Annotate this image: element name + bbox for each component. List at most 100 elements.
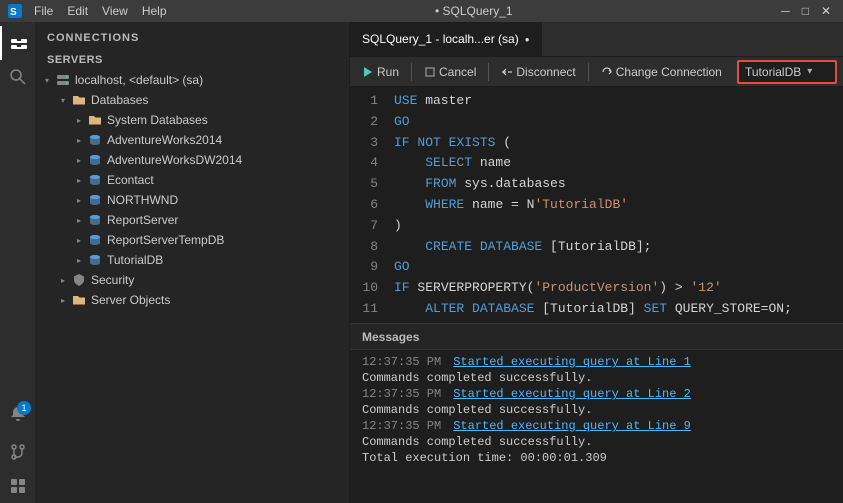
tree-item-reportserver[interactable]: ReportServer [35,210,349,230]
change-connection-icon [601,66,613,78]
tree-label-northwnd: NORTHWND [107,193,349,207]
title-bar: S File Edit View Help • SQLQuery_1 ─ □ ✕ [0,0,843,22]
code-line-6: WHERE name = N'TutorialDB' [394,195,835,216]
disconnect-button[interactable]: Disconnect [495,63,581,81]
tree-item-databases[interactable]: Databases [35,90,349,110]
message-plain: Commands completed successfully. [362,371,592,385]
code-line-10: IF SERVERPROPERTY('ProductVersion') > '1… [394,278,835,299]
tree-arrow-reportservertempdb [71,232,87,248]
toolbar-sep3 [588,63,589,81]
tree-arrow-systemdbs [71,112,87,128]
close-btn[interactable]: ✕ [817,4,835,18]
sidebar-content: SERVERS localhost, <default> (sa)Databas… [35,50,349,503]
database-dropdown[interactable]: TutorialDB ▾ [737,60,837,84]
editor-pane[interactable]: 123456789101112 USE masterGOIF NOT EXIST… [350,87,843,323]
tree-arrow-security [55,272,71,288]
toolbar-sep1 [411,63,412,81]
db-icon [87,252,103,268]
sidebar: CONNECTIONS SERVERS localhost, <default>… [35,22,350,503]
activity-extensions[interactable] [0,469,35,503]
activity-git[interactable] [0,435,35,469]
tree-item-systemdbs[interactable]: System Databases [35,110,349,130]
tree-label-systemdbs: System Databases [107,113,349,127]
message-link[interactable]: Started executing query at Line 9 [453,419,691,433]
code-line-9: GO [394,257,835,278]
tree-item-serverobjects[interactable]: Server Objects [35,290,349,310]
tree-label-econtact: Econtact [107,173,349,187]
activity-connections[interactable] [0,26,35,60]
server-icon [55,72,71,88]
window-title: • SQLQuery_1 [435,4,513,18]
run-label: Run [377,65,399,79]
message-time: 12:37:35 PM [362,355,441,369]
editor-area: 123456789101112 USE masterGOIF NOT EXIST… [350,87,843,503]
tree-label-reportserver: ReportServer [107,213,349,227]
tab-label: SQLQuery_1 - localh...er (sa) [362,32,519,46]
messages-panel: Messages 12:37:35 PMStarted executing qu… [350,323,843,503]
tree-item-aw2014[interactable]: AdventureWorks2014 [35,130,349,150]
activity-search[interactable] [0,60,35,94]
messages-header: Messages [350,324,843,350]
message-plain: Total execution time: 00:00:01.309 [362,451,607,465]
run-button[interactable]: Run [356,63,405,81]
message-link[interactable]: Started executing query at Line 1 [453,355,691,369]
tree-label-security: Security [91,273,349,287]
cancel-button[interactable]: Cancel [418,63,482,81]
maximize-btn[interactable]: □ [798,4,813,18]
tree-item-awdw2014[interactable]: AdventureWorksDW2014 [35,150,349,170]
db-icon [87,212,103,228]
minimize-btn[interactable]: ─ [777,4,794,18]
tree-arrow-aw2014 [71,132,87,148]
message-plain: Commands completed successfully. [362,403,592,417]
tree-item-server[interactable]: localhost, <default> (sa) [35,70,349,90]
toolbar: Run Cancel Disconnect Change Connection … [350,57,843,87]
tree-arrow-server [39,72,55,88]
tree-item-reportservertempdb[interactable]: ReportServerTempDB [35,230,349,250]
code-line-1: USE master [394,91,835,112]
message-row: Commands completed successfully. [362,370,831,386]
code-content[interactable]: USE masterGOIF NOT EXISTS ( SELECT name … [386,87,843,323]
message-row: Total execution time: 00:00:01.309 [362,450,831,466]
svg-text:S: S [10,7,17,18]
change-connection-label: Change Connection [616,65,722,79]
menu-file[interactable]: File [28,4,59,18]
folder-icon [71,292,87,308]
tree-label-reportservertempdb: ReportServerTempDB [107,233,349,247]
activity-notifications[interactable]: 1 [0,397,35,431]
run-icon [362,66,374,78]
sidebar-header: CONNECTIONS [35,22,349,50]
tree-label-server: localhost, <default> (sa) [75,73,349,87]
change-connection-button[interactable]: Change Connection [595,63,728,81]
tree-label-awdw2014: AdventureWorksDW2014 [107,153,349,167]
tree-item-tutorialdb[interactable]: TutorialDB [35,250,349,270]
tree-item-northwnd[interactable]: NORTHWND [35,190,349,210]
tree-arrow-tutorialdb [71,252,87,268]
disconnect-icon [501,66,513,78]
db-icon [87,192,103,208]
tree-item-security[interactable]: Security [35,270,349,290]
code-line-8: CREATE DATABASE [TutorialDB]; [394,237,835,258]
db-icon [87,172,103,188]
content-area: SQLQuery_1 - localh...er (sa) ● Run Canc… [350,22,843,503]
tree-arrow-econtact [71,172,87,188]
menu-help[interactable]: Help [136,4,173,18]
tab-modified-dot: ● [525,35,530,44]
tab-query1[interactable]: SQLQuery_1 - localh...er (sa) ● [350,22,543,56]
message-plain: Commands completed successfully. [362,435,592,449]
title-bar-menus: File Edit View Help [28,4,173,18]
code-line-4: SELECT name [394,153,835,174]
cancel-icon [424,66,436,78]
code-line-11: ALTER DATABASE [TutorialDB] SET QUERY_ST… [394,299,835,320]
toolbar-sep2 [488,63,489,81]
db-icon [87,132,103,148]
dropdown-arrow-icon: ▾ [807,66,812,77]
menu-view[interactable]: View [96,4,134,18]
tree-label-tutorialdb: TutorialDB [107,253,349,267]
folder-icon [87,112,103,128]
message-link[interactable]: Started executing query at Line 2 [453,387,691,401]
db-icon [87,232,103,248]
menu-edit[interactable]: Edit [61,4,94,18]
message-row: 12:37:35 PMStarted executing query at Li… [362,418,831,434]
tree-item-econtact[interactable]: Econtact [35,170,349,190]
database-name: TutorialDB [745,65,801,79]
